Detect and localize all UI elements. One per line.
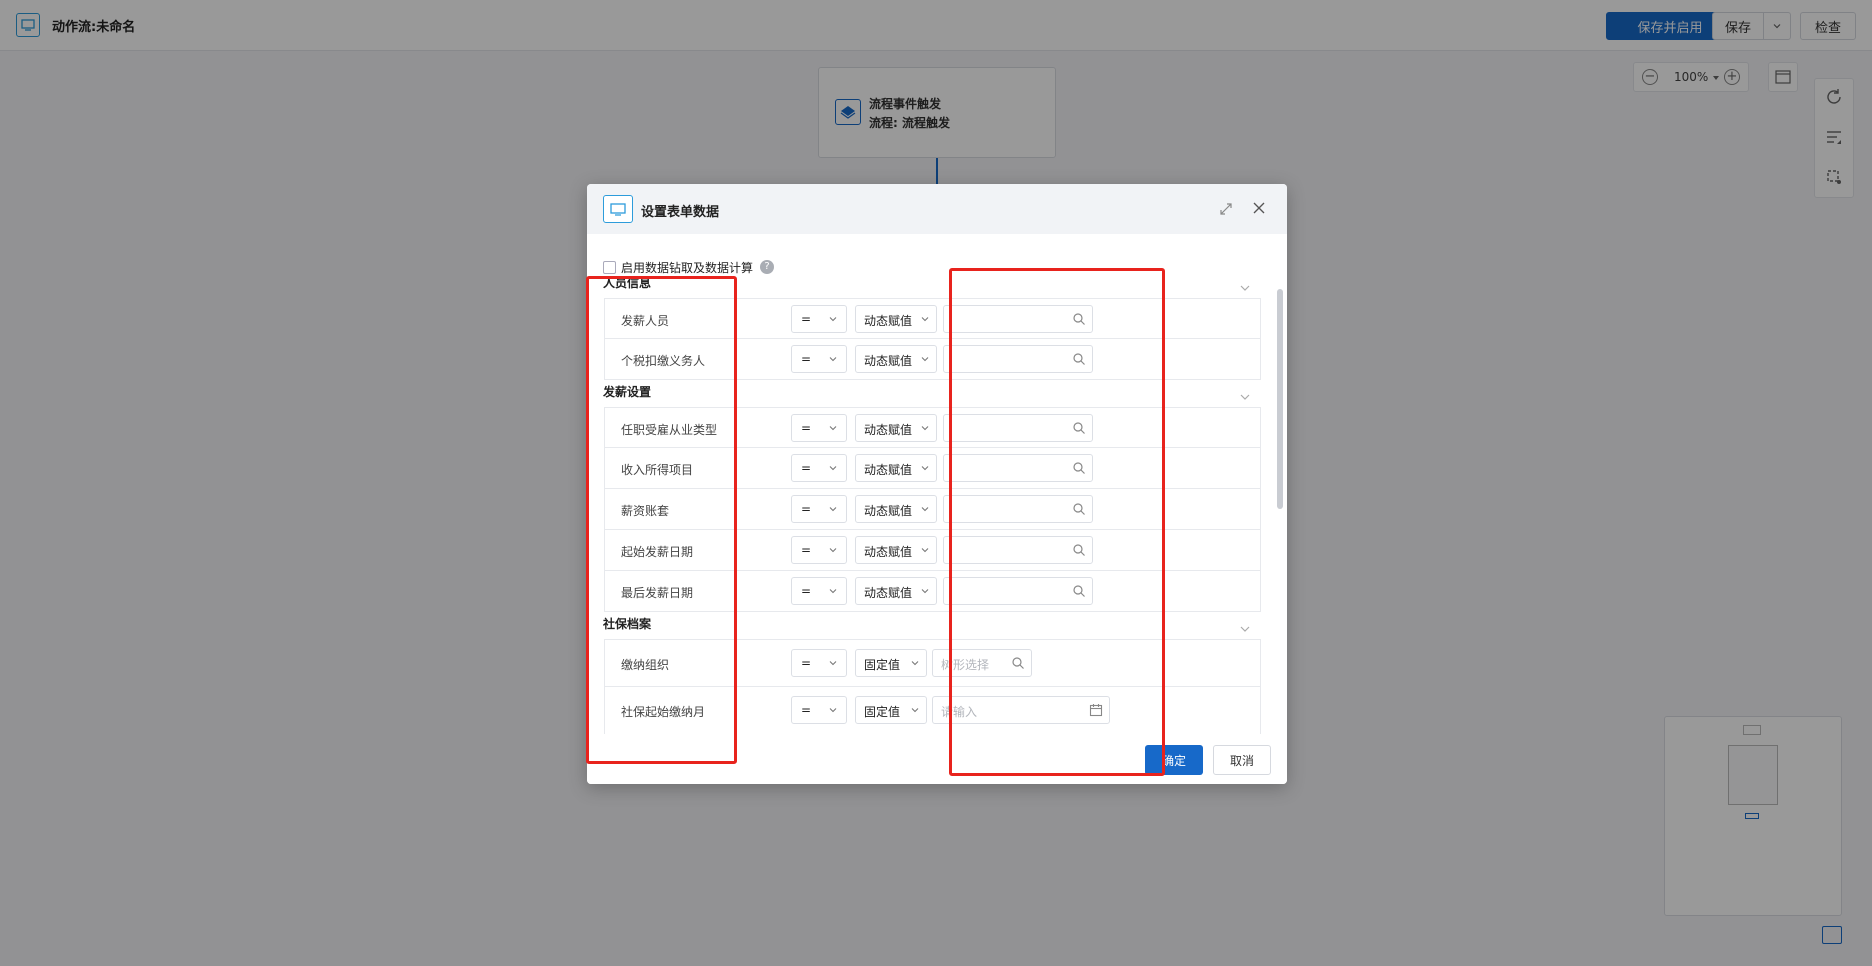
operator-select[interactable]: = xyxy=(791,696,847,724)
operator-select[interactable]: = xyxy=(791,305,847,333)
cancel-button[interactable]: 取消 xyxy=(1213,745,1271,775)
value-type: 动态赋值 xyxy=(864,545,913,559)
chevron-down-icon xyxy=(921,317,929,322)
help-icon[interactable]: ? xyxy=(760,260,775,274)
chevron-down-icon xyxy=(921,589,929,594)
operator-select[interactable]: = xyxy=(791,577,847,605)
operator-select[interactable]: = xyxy=(791,536,847,564)
chevron-down-icon xyxy=(829,317,837,322)
operator-select[interactable]: = xyxy=(791,454,847,482)
annotation-box-values xyxy=(949,268,1165,776)
chevron-down-icon xyxy=(921,507,929,512)
operator-value: = xyxy=(801,584,812,598)
operator-value: = xyxy=(801,421,812,435)
value-type-select[interactable]: 动态赋值 xyxy=(855,536,937,564)
dialog-header: 设置表单数据 xyxy=(587,184,1287,234)
operator-value: = xyxy=(801,312,812,326)
value-type-select[interactable]: 动态赋值 xyxy=(855,495,937,523)
chevron-down-icon xyxy=(911,661,919,666)
operator-value: = xyxy=(801,543,812,557)
value-type: 动态赋值 xyxy=(864,504,913,518)
chevron-down-icon xyxy=(829,507,837,512)
value-type: 动态赋值 xyxy=(864,314,913,328)
operator-value: = xyxy=(801,703,812,717)
operator-value: = xyxy=(801,502,812,516)
chevron-down-icon xyxy=(829,466,837,471)
chevron-down-icon xyxy=(829,426,837,431)
chevron-down-icon[interactable] xyxy=(1237,389,1253,405)
chevron-down-icon xyxy=(921,357,929,362)
annotation-box-labels xyxy=(586,276,737,764)
operator-select[interactable]: = xyxy=(791,649,847,677)
chevron-down-icon xyxy=(911,708,919,713)
monitor-icon xyxy=(603,195,633,223)
chevron-down-icon[interactable] xyxy=(1237,280,1253,296)
chevron-down-icon xyxy=(829,548,837,553)
dialog-title: 设置表单数据 xyxy=(641,205,720,220)
chevron-down-icon xyxy=(829,589,837,594)
chevron-down-icon xyxy=(829,661,837,666)
value-type-select[interactable]: 动态赋值 xyxy=(855,454,937,482)
value-type-select[interactable]: 固定值 xyxy=(855,649,927,677)
value-type: 固定值 xyxy=(864,658,901,672)
expand-icon[interactable] xyxy=(1218,201,1234,217)
value-type-select[interactable]: 动态赋值 xyxy=(855,414,937,442)
value-type: 动态赋值 xyxy=(864,463,913,477)
chevron-down-icon xyxy=(921,466,929,471)
chevron-down-icon xyxy=(921,426,929,431)
operator-select[interactable]: = xyxy=(791,414,847,442)
value-type-select[interactable]: 固定值 xyxy=(855,696,927,724)
chevron-down-icon xyxy=(921,548,929,553)
operator-select[interactable]: = xyxy=(791,345,847,373)
chevron-down-icon xyxy=(829,357,837,362)
value-type-select[interactable]: 动态赋值 xyxy=(855,305,937,333)
enable-drill-label: 启用数据钻取及数据计算 xyxy=(621,260,754,275)
chevron-down-icon[interactable] xyxy=(1237,621,1253,637)
operator-select[interactable]: = xyxy=(791,495,847,523)
enable-drill-checkbox[interactable] xyxy=(603,260,616,274)
value-type: 动态赋值 xyxy=(864,586,913,600)
close-icon[interactable] xyxy=(1251,200,1267,216)
operator-value: = xyxy=(801,461,812,475)
value-type-select[interactable]: 动态赋值 xyxy=(855,577,937,605)
value-type: 动态赋值 xyxy=(864,354,913,368)
operator-value: = xyxy=(801,352,812,366)
value-type: 固定值 xyxy=(864,705,901,719)
scrollbar-thumb[interactable] xyxy=(1277,289,1283,509)
chevron-down-icon xyxy=(829,708,837,713)
value-type: 动态赋值 xyxy=(864,423,913,437)
value-type-select[interactable]: 动态赋值 xyxy=(855,345,937,373)
operator-value: = xyxy=(801,656,812,670)
